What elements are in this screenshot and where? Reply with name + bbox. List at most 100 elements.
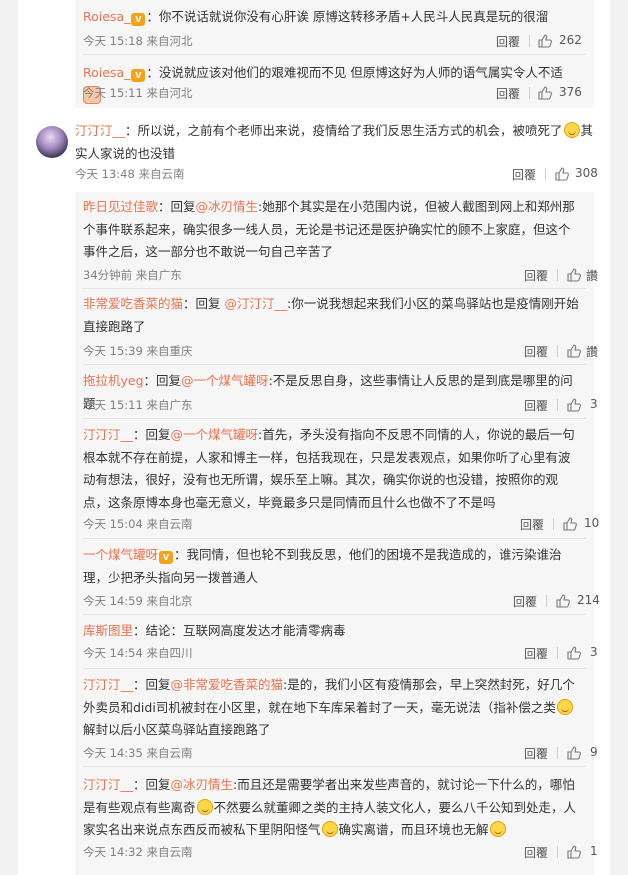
like-count: 262 <box>559 33 582 47</box>
laughing-emoji-icon <box>321 821 338 837</box>
reply-username[interactable]: 非常爱吃香菜的猫 <box>83 296 183 311</box>
reply-time: 34分钟前 来自广东 <box>83 268 182 282</box>
divider <box>557 747 558 759</box>
mention-link[interactable]: @冰刃情生 <box>171 777 234 792</box>
divider <box>529 35 530 47</box>
mention-link[interactable]: @一个煤气罐呀 <box>171 427 259 442</box>
like-count: 376 <box>559 85 582 99</box>
comment-username[interactable]: 汀汀汀__ <box>75 123 125 138</box>
reply-prefix: ：回复 <box>133 427 171 442</box>
reply-time: 今天 14:35 来自云南 <box>83 746 193 760</box>
reply-time: 今天 15:11 来自广东 <box>83 398 193 412</box>
reply-username[interactable]: 汀汀汀__ <box>83 677 133 692</box>
like-count: 3 <box>590 645 598 659</box>
like-count: 讚 <box>586 269 599 283</box>
vip-badge-icon: V <box>131 69 146 82</box>
reply-item: 一个煤气罐呀 V ：我同情，但也轮不到我反思，他们的困境不是我造成的，谁污染谁治理，… <box>75 538 600 614</box>
divider <box>557 647 558 659</box>
reply-item: 汀汀汀__：回复@一个煤气罐呀:首先，矛头没有指向不反思不同情的人，你说的最后一… <box>75 418 599 538</box>
reply-item: 非常爱吃香菜的猫：回复 @汀汀汀__:你一说我想起来我们小区的菜鸟驿站也是疫情刚… <box>75 288 598 364</box>
reply-button[interactable]: 回覆 <box>524 397 548 414</box>
reply-text: ：结论：互联网高度发达才能清零病毒 <box>133 623 346 638</box>
reply-body: 昨日见过佳歌：回复@冰刃情生:她那个其实是在小范围内说，但被人截图到网上和郑州那… <box>83 196 579 264</box>
thumbs-up-icon[interactable] <box>567 398 581 412</box>
divider <box>557 399 558 411</box>
reply-button[interactable]: 回覆 <box>524 343 548 360</box>
reply-button[interactable]: 回覆 <box>512 166 536 183</box>
thumbs-up-icon[interactable] <box>567 845 581 859</box>
reply-item: 昨日见过佳歌：回复@冰刃情生:她那个其实是在小范围内说，但被人截图到网上和郑州那… <box>75 192 598 288</box>
reply-thread-previous: Roiesa_ V ：你不说话就说你没有心肝诶 原博这转移矛盾+人民斗人民真是玩的很… <box>75 0 594 108</box>
thumbs-up-icon[interactable] <box>538 34 552 48</box>
reply-body: 汀汀汀__：回复@一个煤气罐呀:首先，矛头没有指向不反思不同情的人，你说的最后一… <box>83 424 579 514</box>
reply-username[interactable]: Roiesa_ <box>83 9 130 24</box>
thumbs-up-icon[interactable] <box>563 517 577 531</box>
reply-time: 今天 15:18 来自河北 <box>83 34 193 48</box>
divider <box>545 168 546 180</box>
reply-username[interactable]: 一个煤气罐呀 <box>83 547 158 562</box>
laughing-emoji-icon <box>489 821 506 837</box>
thumbs-up-icon[interactable] <box>538 86 552 100</box>
reply-button[interactable]: 回覆 <box>524 645 548 662</box>
laughing-emoji-icon <box>556 698 573 715</box>
reply-prefix: ：回复 <box>158 199 196 214</box>
reply-button[interactable]: 回覆 <box>496 85 520 102</box>
like-count: 讚 <box>586 345 599 359</box>
reply-button[interactable]: 回覆 <box>524 745 548 762</box>
thumbs-up-icon[interactable] <box>556 594 570 608</box>
reply-prefix: ：回复 <box>133 777 171 792</box>
reply-button[interactable]: 回覆 <box>496 33 520 50</box>
divider <box>529 87 530 99</box>
reply-username[interactable]: 昨日见过佳歌 <box>83 199 158 214</box>
reply-username[interactable]: Roiesa_ <box>83 65 130 80</box>
page: Roiesa_ V ：你不说话就说你没有心肝诶 原博这转移矛盾+人民斗人民真是玩的很… <box>0 0 628 875</box>
comment-item: 汀汀汀__：所以说，之前有个老师出来说，疫情给了我们反思生活方式的机会，被喷死了… <box>18 116 610 188</box>
comment-body: 汀汀汀__：所以说，之前有个老师出来说，疫情给了我们反思生活方式的机会，被喷死了… <box>75 120 595 165</box>
reply-text: 解封以后小区菜鸟驿站直接跑路了 <box>83 722 271 737</box>
divider <box>557 846 558 858</box>
reply-username[interactable]: 库斯图里 <box>83 623 133 638</box>
reply-body: 非常爱吃香菜的猫：回复 @汀汀汀__:你一说我想起来我们小区的菜鸟驿站也是疫情刚… <box>83 293 579 338</box>
thumbs-up-icon[interactable] <box>567 268 581 282</box>
thumbs-up-icon[interactable] <box>567 344 581 358</box>
comment-time: 今天 13:48 来自云南 <box>75 167 185 181</box>
like-count: 214 <box>577 593 600 607</box>
divider <box>557 345 558 357</box>
thumbs-up-icon[interactable] <box>567 746 581 760</box>
like-count: 308 <box>575 166 598 180</box>
reply-button[interactable]: 回覆 <box>524 267 548 284</box>
mention-link[interactable]: @非常爱吃香菜的猫 <box>171 677 284 692</box>
reply-button[interactable]: 回覆 <box>524 844 548 861</box>
thumbs-up-icon[interactable] <box>567 646 581 660</box>
divider <box>546 595 547 607</box>
reply-body: 库斯图里：结论：互联网高度发达才能清零病毒 <box>83 620 579 643</box>
reply-time: 今天 15:39 来自重庆 <box>83 344 193 358</box>
mention-link[interactable]: @汀汀汀__ <box>225 296 288 311</box>
reply-item: 库斯图里：结论：互联网高度发达才能清零病毒 今天 14:54 来自四川 回覆 3 <box>75 614 598 668</box>
like-count: 9 <box>590 745 598 759</box>
thumbs-up-icon[interactable] <box>555 167 569 181</box>
avatar[interactable] <box>36 126 68 158</box>
reply-thread: 昨日见过佳歌：回复@冰刃情生:她那个其实是在小范围内说，但被人截图到网上和郑州那… <box>75 192 600 875</box>
mention-link[interactable]: @冰刃情生 <box>196 199 259 214</box>
reply-item: Roiesa_ V ：你不说话就说你没有心肝诶 原博这转移矛盾+人民斗人民真是玩的很… <box>75 0 594 54</box>
reply-time: 今天 15:11 来自河北 <box>83 86 193 100</box>
laughing-emoji-icon <box>196 798 213 815</box>
reply-button[interactable]: 回覆 <box>513 593 537 610</box>
reply-username[interactable]: 拖拉机yeg <box>83 373 144 388</box>
reply-username[interactable]: 汀汀汀__ <box>83 427 133 442</box>
like-count: 1 <box>590 844 598 858</box>
reply-button[interactable]: 回覆 <box>520 516 544 533</box>
like-count: 10 <box>584 516 600 530</box>
reply-item: 拖拉机yeg：回复@一个煤气罐呀:不是反思自身，这些事情让人反思的是到底是哪里的… <box>75 364 598 418</box>
reply-time: 今天 14:54 来自四川 <box>83 646 193 660</box>
reply-time: 今天 15:04 来自云南 <box>83 517 193 531</box>
reply-body: 汀汀汀__：回复@冰刃情生:而且还是需要学者出来发些声音的，就讨论一下什么的，哪… <box>83 774 579 842</box>
reply-body: 一个煤气罐呀 V ：我同情，但也轮不到我反思，他们的困境不是我造成的，谁污染谁治理，… <box>83 544 579 589</box>
comment-text: ：所以说，之前有个老师出来说，疫情给了我们反思生活方式的机会，被喷死了 <box>125 123 563 138</box>
reply-prefix: ：回复 <box>183 296 225 311</box>
reply-prefix: ：回复 <box>133 677 171 692</box>
mention-link[interactable]: @一个煤气罐呀 <box>181 373 269 388</box>
laughing-emoji-icon <box>563 122 580 138</box>
reply-username[interactable]: 汀汀汀__ <box>83 777 133 792</box>
